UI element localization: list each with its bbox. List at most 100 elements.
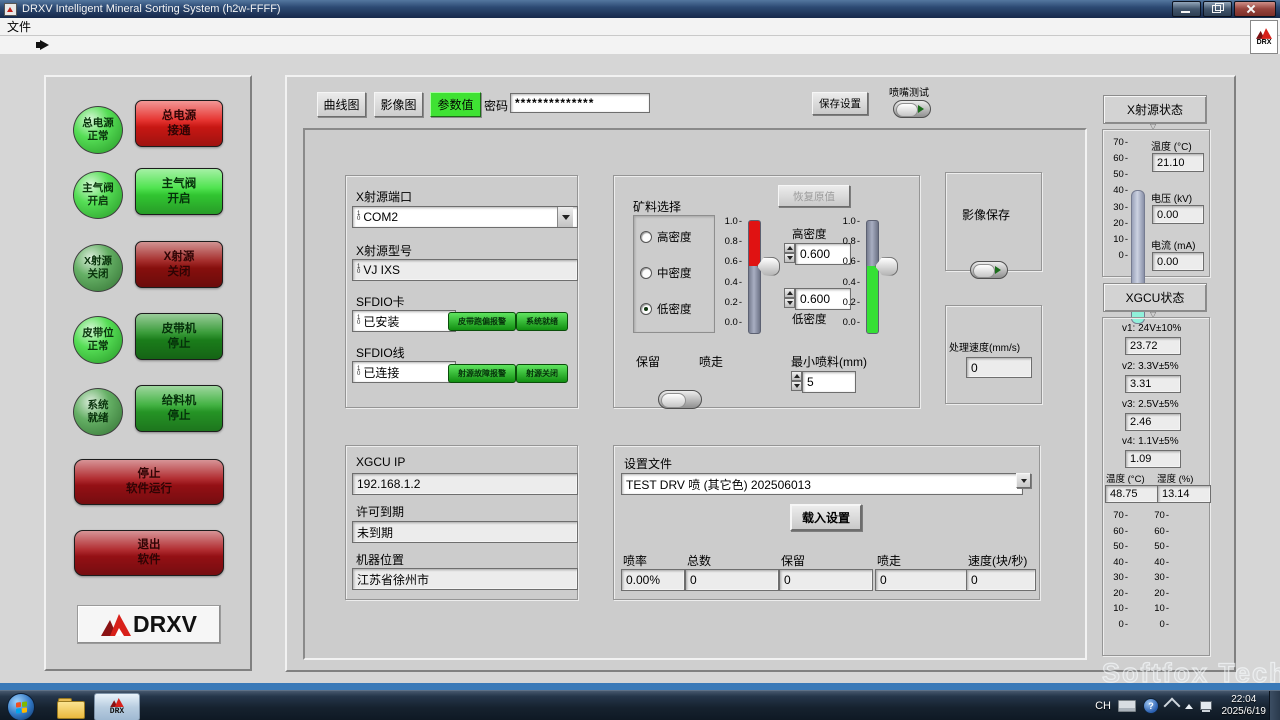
xgcu-status-header: XGCU状态 [1103, 283, 1207, 312]
system-tray: CH ? [1095, 691, 1214, 720]
low-density-slider[interactable] [866, 220, 898, 332]
min-spray-spinner[interactable] [791, 371, 802, 391]
v2-value: 3.31 [1125, 375, 1181, 393]
tab-curve-graph[interactable]: 曲线图 [317, 92, 366, 117]
password-label: 密码 [484, 97, 508, 114]
belt-machine-button[interactable]: 皮带机停止 [135, 313, 223, 360]
mineral-radio-box: 高密度 中密度 低密度 [633, 215, 715, 333]
left-slider-scale: 1.00.80.60.40.20.0 [718, 216, 742, 328]
chevron-down-icon[interactable] [557, 207, 573, 227]
save-settings-button[interactable]: 保存设置 [812, 92, 868, 115]
low-density-label: 低密度 [792, 311, 827, 327]
xray-gauge-scale: 706050403020100 [1106, 137, 1128, 261]
menu-file[interactable]: 文件 [0, 18, 38, 35]
xgcu-hum-value: 13.14 [1157, 485, 1211, 503]
radio-icon [640, 231, 652, 243]
v3-value: 2.46 [1125, 413, 1181, 431]
system-ready-indicator[interactable]: 系统就绪 [516, 312, 568, 331]
settings-file-combo[interactable]: TEST DRV 喷 (其它色) 202506013 [621, 473, 1023, 495]
image-save-toggle[interactable] [970, 261, 1008, 279]
restore-button[interactable] [1203, 1, 1232, 17]
io-glyph: 10 [357, 367, 360, 377]
blown-value: 0 [875, 569, 969, 591]
drx-taskbar-button[interactable]: DRX [94, 693, 140, 720]
clock[interactable]: 22:04 2025/6/19 [1222, 691, 1267, 720]
high-density-slider[interactable] [748, 220, 780, 332]
drx-corner-logo: DRX [1250, 20, 1278, 54]
xray-status-header: X射源状态 [1103, 95, 1207, 124]
xray-source-led: X射源关闭 [73, 244, 123, 292]
help-icon[interactable]: ? [1143, 698, 1159, 714]
io-glyph: 10 [357, 212, 360, 222]
sfdio-card-field[interactable]: 10 已安装 [352, 310, 456, 332]
explorer-taskbar-button[interactable] [52, 693, 88, 719]
language-indicator[interactable]: CH [1095, 700, 1111, 712]
v2-label: v2: 3.3V±5% [1122, 361, 1179, 372]
main-valve-button[interactable]: 主气阀开启 [135, 168, 223, 215]
settings-file-dropdown-button[interactable] [1016, 473, 1031, 488]
radio-low-density[interactable]: 低密度 [640, 301, 692, 317]
license-field: 未到期 [352, 521, 578, 543]
xgcu-temp-gauge-scale: 706050403020100 [1106, 510, 1128, 630]
source-fault-alarm-indicator[interactable]: 射源故障报警 [448, 364, 516, 383]
keyboard-icon[interactable] [1118, 700, 1136, 712]
windows-logo-icon [16, 701, 27, 713]
v1-label: v1: 24V±10% [1122, 323, 1181, 334]
keep-blow-toggle[interactable] [658, 390, 702, 409]
radio-mid-density[interactable]: 中密度 [640, 265, 692, 281]
xgcu-temp-label: 温度 (°C) [1106, 471, 1145, 485]
start-button[interactable] [7, 693, 35, 720]
run-arrow-icon[interactable] [40, 40, 49, 50]
mountain-icon [110, 698, 124, 707]
mountain-icon [1256, 28, 1272, 39]
io-glyph: 10 [357, 265, 360, 275]
tab-image-graph[interactable]: 影像图 [374, 92, 423, 117]
folder-icon [56, 695, 84, 717]
close-button[interactable] [1234, 1, 1276, 17]
block-speed-value: 0 [966, 569, 1036, 591]
restore-default-button[interactable]: 恢复原值 [778, 185, 850, 207]
v1-value: 23.72 [1125, 337, 1181, 355]
source-port-label: X射源端口 [356, 188, 412, 205]
minimize-button[interactable] [1172, 1, 1201, 17]
stop-software-button[interactable]: 停止软件运行 [74, 459, 224, 505]
main-power-led: 总电源正常 [73, 106, 123, 154]
xray-source-button[interactable]: X射源关闭 [135, 241, 223, 288]
main-power-button[interactable]: 总电源接通 [135, 100, 223, 147]
show-hidden-icons[interactable] [1185, 704, 1193, 709]
v3-label: v3: 2.5V±5% [1122, 399, 1179, 410]
load-settings-button[interactable]: 载入设置 [790, 504, 862, 531]
license-label: 许可到期 [356, 503, 404, 520]
menubar: 文件 [0, 18, 1280, 36]
toolbar [0, 36, 1280, 55]
xray-curr-label: 电流 (mA) [1151, 237, 1195, 252]
source-port-combo[interactable]: 10 COM2 [352, 206, 578, 228]
show-desktop-button[interactable] [1269, 691, 1280, 720]
exit-software-button[interactable]: 退出软件 [74, 530, 224, 576]
window-title: DRXV Intelligent Mineral Sorting System … [22, 3, 281, 15]
password-input[interactable]: ************** [510, 93, 650, 113]
feeder-button[interactable]: 给料机停止 [135, 385, 223, 432]
settings-file-label: 设置文件 [624, 455, 672, 472]
tab-parameters[interactable]: 参数值 [430, 92, 481, 117]
speed-value: 0 [966, 357, 1032, 378]
radio-high-density[interactable]: 高密度 [640, 229, 692, 245]
sfdio-line-field[interactable]: 10 已连接 [352, 361, 456, 383]
watermark: Softfox Tech [1102, 658, 1280, 689]
nozzle-test-toggle[interactable] [893, 100, 931, 118]
min-spray-value[interactable]: 5 [802, 371, 856, 393]
low-density-spinner[interactable] [784, 288, 795, 308]
spray-rate-value: 0.00% [621, 569, 685, 591]
xray-temp-label: 温度 (°C) [1151, 138, 1192, 153]
network-icon[interactable] [1200, 701, 1214, 712]
speed-label: 处理速度(mm/s) [949, 339, 1020, 354]
source-closed-indicator[interactable]: 射源关闭 [516, 364, 568, 383]
keep-label: 保留 [636, 353, 660, 370]
source-model-field: 10 VJ IXS [352, 259, 578, 281]
belt-deviation-alarm-indicator[interactable]: 皮带跑偏报警 [448, 312, 516, 331]
high-density-label: 高密度 [792, 226, 827, 242]
titlebar: DRXV Intelligent Mineral Sorting System … [0, 0, 1280, 18]
drxv-logo: DRXV [77, 605, 221, 644]
high-density-spinner[interactable] [784, 243, 795, 263]
tray-device-icon[interactable] [1164, 698, 1181, 715]
